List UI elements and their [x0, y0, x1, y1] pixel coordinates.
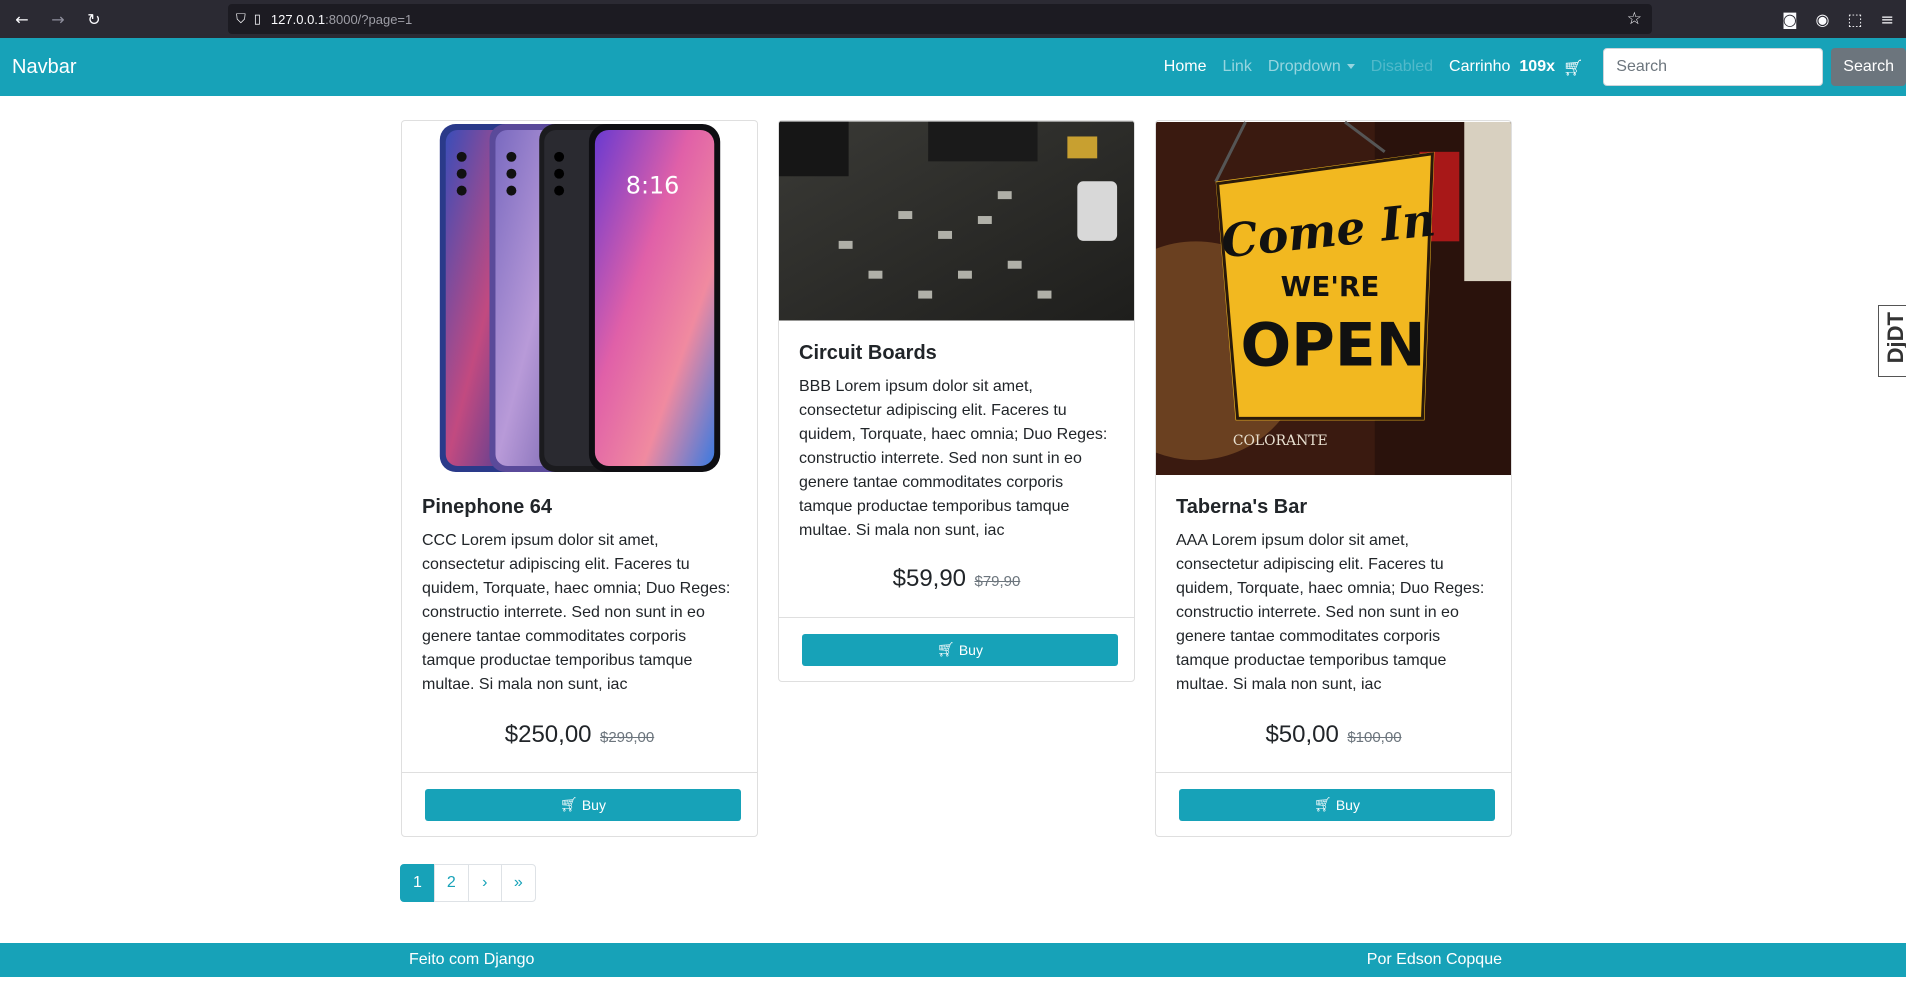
buy-button[interactable]: 🛒︎ Buy: [425, 789, 741, 821]
product-card: 8:16 Pinephone 64 CCC Lorem ipsum dolor …: [401, 120, 758, 837]
debug-toolbar-label: DjDT: [1883, 312, 1906, 364]
url-text[interactable]: 127.0.0.1:8000/?page=1: [271, 12, 412, 27]
nav-dropdown-label: Dropdown: [1267, 58, 1341, 75]
site-navbar: Navbar Home Link Dropdown Disabled Carri…: [0, 38, 1906, 96]
card-body: Pinephone 64 CCC Lorem ipsum dolor sit a…: [422, 495, 737, 697]
cart-label: Carrinho: [1449, 58, 1511, 75]
buy-button[interactable]: 🛒︎ Buy: [1179, 789, 1495, 821]
open-sign-image[interactable]: Come In WE'RE OPEN COLORANTE: [1156, 121, 1511, 476]
site-footer: Feito com Django Por Edson Copque: [0, 943, 1906, 977]
reload-icon[interactable]: ↻: [80, 5, 108, 33]
browser-toolbar: ← → ↻ ⛉ ▯ 127.0.0.1:8000/?page=1 ☆ ◙ ◉ ⬚…: [0, 0, 1906, 38]
caret-down-icon: [1346, 64, 1355, 70]
circuit-board-image[interactable]: [779, 121, 1134, 321]
product-price: $250,00: [504, 721, 592, 748]
product-old-price: $79,90: [974, 573, 1021, 590]
product-price: $50,00: [1265, 721, 1339, 748]
shopping-cart-icon: 🛒︎: [560, 797, 578, 813]
extensions-icon[interactable]: ⬚: [1847, 10, 1862, 29]
svg-text:COLORANTE: COLORANTE: [1233, 433, 1328, 449]
debug-toolbar-tab[interactable]: DjDT: [1878, 305, 1906, 377]
account-icon[interactable]: ◉: [1816, 10, 1830, 29]
back-icon[interactable]: ←: [8, 5, 36, 33]
product-title: Pinephone 64: [422, 496, 553, 518]
address-bar[interactable]: ⛉ ▯ 127.0.0.1:8000/?page=1 ☆: [228, 4, 1652, 34]
svg-text:OPEN: OPEN: [1240, 312, 1425, 381]
next-page-link[interactable]: ›: [467, 864, 502, 902]
card-body: Taberna's Bar AAA Lorem ipsum dolor sit …: [1176, 495, 1491, 697]
search-button[interactable]: Search: [1831, 48, 1906, 86]
nav-disabled-link: Disabled: [1370, 58, 1434, 75]
price-row: $59,90 $79,90: [779, 565, 1134, 593]
cart-count: 109x: [1519, 58, 1555, 75]
price-row: $50,00 $100,00: [1156, 721, 1511, 749]
shield-icon[interactable]: ⛉: [236, 12, 246, 27]
smartphones-image[interactable]: 8:16: [402, 121, 757, 476]
card-body: Circuit Boards BBB Lorem ipsum dolor sit…: [799, 341, 1114, 543]
buy-label: Buy: [1335, 797, 1360, 813]
product-description: AAA Lorem ipsum dolor sit amet, consecte…: [1176, 532, 1485, 693]
cart-link[interactable]: Carrinho 109x 🛒︎: [1449, 58, 1583, 77]
bookmark-star-icon[interactable]: ☆: [1627, 9, 1642, 29]
pocket-icon[interactable]: ◙: [1782, 10, 1798, 29]
product-description: BBB Lorem ipsum dolor sit amet, consecte…: [799, 378, 1108, 539]
product-title: Circuit Boards: [799, 342, 937, 364]
product-old-price: $100,00: [1347, 729, 1402, 746]
nav-home-link[interactable]: Home: [1164, 58, 1207, 76]
page-2-link[interactable]: 2: [433, 864, 469, 902]
buy-button[interactable]: 🛒︎ Buy: [802, 634, 1118, 666]
forward-icon[interactable]: →: [44, 5, 72, 33]
page-1-link[interactable]: 1: [400, 864, 435, 902]
svg-text:WE'RE: WE'RE: [1281, 270, 1380, 303]
product-title: Taberna's Bar: [1176, 496, 1308, 518]
price-row: $250,00 $299,00: [402, 721, 757, 749]
product-description: CCC Lorem ipsum dolor sit amet, consecte…: [422, 532, 731, 693]
nav-dropdown[interactable]: Dropdown: [1268, 58, 1355, 76]
buy-label: Buy: [581, 797, 606, 813]
menu-icon[interactable]: ≡: [1881, 10, 1894, 29]
footer-credit-left: Feito com Django: [409, 951, 535, 968]
page-icon: ▯: [253, 11, 261, 27]
card-footer: 🛒︎ Buy: [779, 617, 1134, 681]
card-footer: 🛒︎ Buy: [402, 772, 757, 836]
navbar-links: Home Link Dropdown Disabled Carrinho 109…: [1164, 38, 1906, 96]
last-page-link[interactable]: »: [500, 864, 536, 902]
card-footer: 🛒︎ Buy: [1156, 772, 1511, 836]
product-card: Come In WE'RE OPEN COLORANTE Taberna's B…: [1155, 120, 1512, 837]
product-card: Circuit Boards BBB Lorem ipsum dolor sit…: [778, 120, 1135, 682]
shopping-cart-icon: 🛒︎: [1314, 797, 1332, 813]
navbar-brand[interactable]: Navbar: [12, 56, 76, 79]
footer-credit-right: Por Edson Copque: [1366, 951, 1502, 968]
product-price: $59,90: [892, 565, 967, 592]
shopping-cart-icon: 🛒︎: [937, 642, 955, 658]
nav-link-link[interactable]: Link: [1222, 58, 1251, 76]
shopping-cart-icon: 🛒︎: [1562, 57, 1584, 77]
buy-label: Buy: [958, 642, 983, 658]
search-input[interactable]: [1603, 48, 1824, 86]
product-old-price: $299,00: [599, 729, 655, 746]
svg-text:8:16: 8:16: [626, 172, 680, 200]
pagination: 1 2 › »: [400, 864, 536, 902]
